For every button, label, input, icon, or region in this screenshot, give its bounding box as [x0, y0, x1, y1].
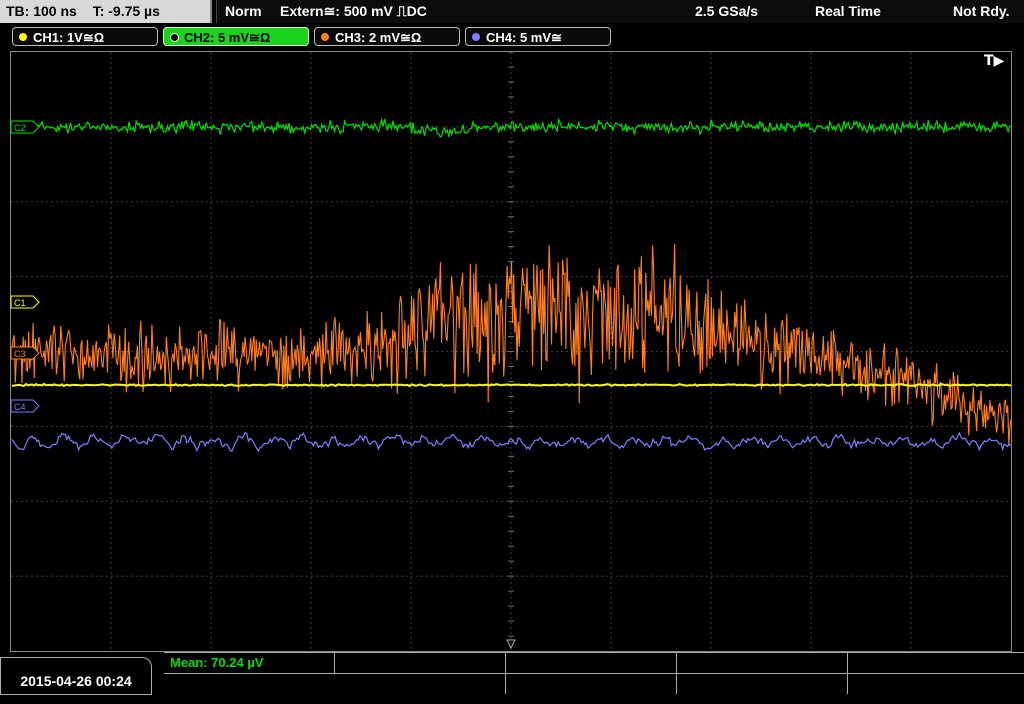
waveform-display: C1 C3 C4 C2	[10, 51, 1012, 651]
channel-1-marker[interactable]: C1	[10, 295, 40, 309]
channel-2-marker[interactable]: C2	[10, 120, 40, 134]
measurement-slot-2[interactable]	[335, 653, 506, 673]
trigger-marker-label[interactable]: T▶	[984, 53, 1004, 69]
measurement-slot-9[interactable]	[848, 674, 1024, 694]
measurement-slot-8[interactable]	[677, 674, 848, 694]
timestamp: 2015-04-26 00:24	[0, 657, 152, 695]
channel-4-marker-label: C4	[14, 402, 26, 412]
channel-3-marker[interactable]: C3	[10, 346, 40, 360]
measurement-slot-4[interactable]	[677, 653, 848, 673]
measurement-slot-3[interactable]	[506, 653, 677, 673]
channel-2-marker-label: C2	[14, 123, 26, 133]
mean-measurement[interactable]: Mean: 70.24 µV	[164, 653, 335, 673]
measurement-slot-7[interactable]	[506, 674, 677, 694]
measurement-slot-6[interactable]	[164, 674, 506, 694]
channel-3-waveform	[11, 244, 1012, 445]
measurement-slot-5[interactable]	[848, 653, 1024, 673]
measurement-panel[interactable]: Mean: 70.24 µV	[164, 652, 1024, 696]
channel-4-marker[interactable]: C4	[10, 399, 40, 413]
channel-3-marker-label: C3	[14, 349, 26, 359]
channel-1-marker-label: C1	[14, 298, 26, 308]
